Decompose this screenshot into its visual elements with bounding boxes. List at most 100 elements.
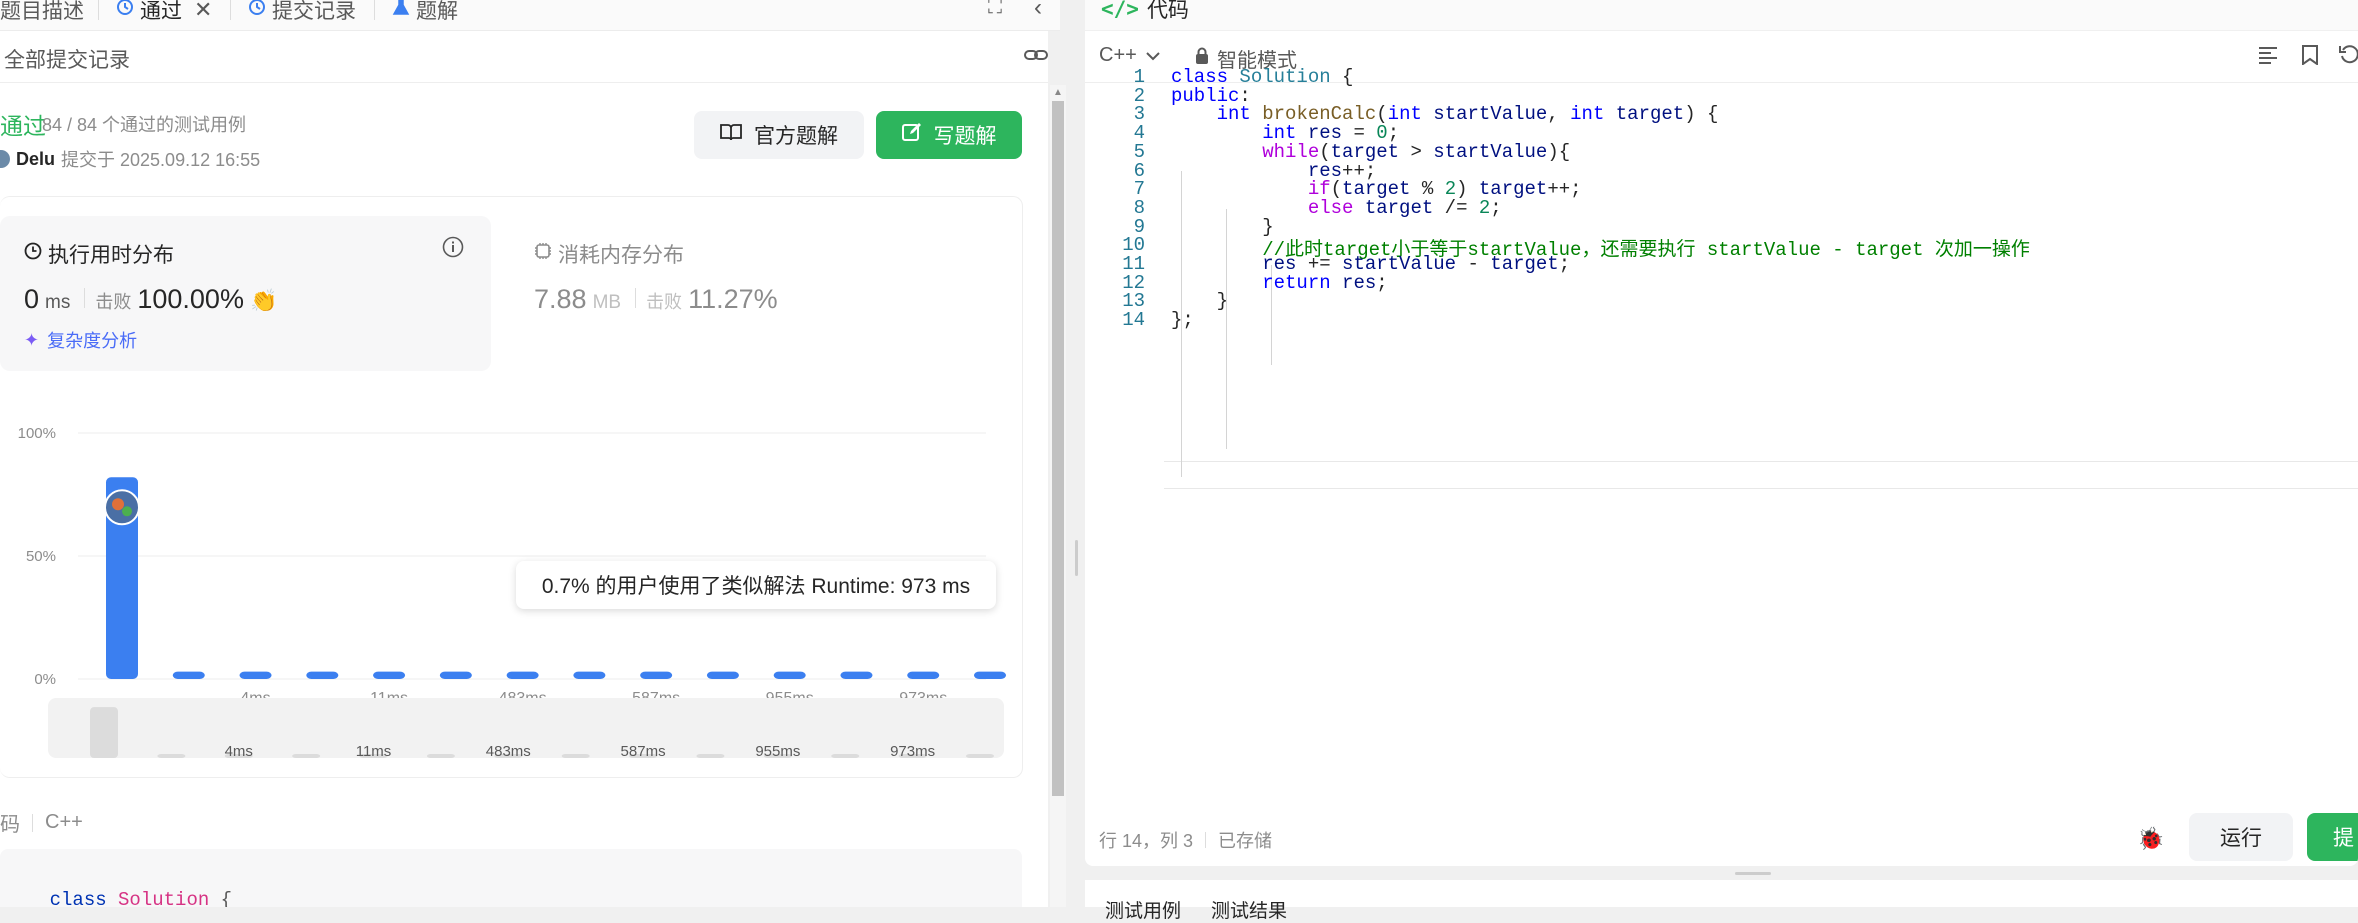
y-tick-label: 0% xyxy=(34,671,56,688)
format-code-icon[interactable] xyxy=(2258,46,2278,69)
submit-button-label: 提 xyxy=(2333,827,2354,850)
tab-accepted-label: 通过 xyxy=(140,0,182,23)
flask-icon xyxy=(392,0,410,22)
language-select[interactable]: C++ xyxy=(1099,44,1161,67)
cursor-position: 行 14，列 3 xyxy=(1099,831,1194,851)
tab-accepted[interactable]: 通过 ✕ xyxy=(116,0,212,25)
testcase-summary: 84 / 84 个通过的测试用例 xyxy=(42,111,246,137)
chart-bar[interactable] xyxy=(773,671,806,679)
runtime-value-row: 0 ms 击败 100.00% 👏 xyxy=(24,284,277,315)
tab-submissions-label: 提交记录 xyxy=(272,0,356,23)
tab-test-results[interactable]: 测试结果 xyxy=(1211,896,1287,923)
tab-description-label: 题目描述 xyxy=(0,0,84,23)
scroll-up-icon[interactable]: ▲ xyxy=(1053,87,1063,98)
minimap-bar xyxy=(966,754,994,758)
chart-bar[interactable] xyxy=(373,671,406,679)
splitter-handle[interactable] xyxy=(1735,872,1771,875)
chart-bar[interactable] xyxy=(172,671,205,679)
chart-bar[interactable] xyxy=(506,671,539,679)
chart-bar[interactable] xyxy=(974,671,1006,679)
chart-bar[interactable] xyxy=(573,671,606,679)
minimap-tick-label: 955ms xyxy=(755,743,800,758)
runtime-beats-label: 击败 xyxy=(95,292,132,312)
splitter-handle[interactable] xyxy=(1075,540,1078,576)
official-solution-label: 官方题解 xyxy=(754,125,838,148)
chart-bar[interactable] xyxy=(439,671,472,679)
save-status: 已存储 xyxy=(1218,831,1273,851)
share-link-icon[interactable] xyxy=(1024,45,1048,70)
minimap-tick-label: 587ms xyxy=(621,743,666,758)
chart-minimap[interactable]: 4ms 11ms 483ms 587ms 955ms 973ms xyxy=(48,698,1004,758)
chevron-down-icon xyxy=(1145,44,1161,67)
runtime-title-row: 执行用时分布 xyxy=(24,239,174,269)
collapse-left-icon[interactable]: ‹ xyxy=(1034,0,1042,22)
chart-bar[interactable] xyxy=(840,671,873,679)
minimap-bar xyxy=(561,754,590,758)
runtime-distribution-chart[interactable]: 100%50%0%4ms11ms483ms587ms955ms973ms xyxy=(0,385,1022,715)
panel-splitter[interactable] xyxy=(1068,0,1085,907)
test-panel-tabs: 测试用例 测试结果 xyxy=(1105,896,1287,923)
chart-bar[interactable] xyxy=(239,671,272,679)
tab-description[interactable]: 题目描述 xyxy=(0,0,84,25)
username[interactable]: Delu xyxy=(16,149,55,170)
minimap-bar xyxy=(292,754,321,758)
memory-title: 消耗内存分布 xyxy=(558,244,684,267)
memory-beats-label: 击败 xyxy=(646,292,683,312)
chart-tooltip: 0.7% 的用户使用了类似解法 Runtime: 973 ms xyxy=(516,561,996,609)
minimap-tick-label: 973ms xyxy=(890,743,935,758)
tab-code-label: 代码 xyxy=(1146,0,1189,22)
official-solution-button[interactable]: 官方题解 xyxy=(694,111,864,159)
back-to-submissions-link[interactable]: 全部提交记录 xyxy=(4,44,130,74)
tab-testcases[interactable]: 测试用例 xyxy=(1105,896,1181,923)
memory-title-row[interactable]: 消耗内存分布 xyxy=(534,239,684,269)
run-button[interactable]: 运行 xyxy=(2189,813,2293,861)
tab-code[interactable]: </> 代码 xyxy=(1101,0,1189,24)
value-divider xyxy=(84,288,86,308)
info-icon[interactable] xyxy=(442,236,464,263)
avatar[interactable] xyxy=(0,150,10,168)
clock-icon xyxy=(24,242,42,266)
memory-value-row: 7.88 MB 击败 11.27% xyxy=(534,284,778,315)
complexity-analysis-link[interactable]: ✦ 复杂度分析 xyxy=(24,327,137,353)
fullscreen-icon[interactable]: ⛶ xyxy=(988,0,1002,19)
editor-status-bar: 行 14，列 3 已存储 xyxy=(1099,827,1272,853)
value-divider xyxy=(32,813,33,832)
sparkle-icon: ✦ xyxy=(24,329,40,350)
user-marker-detail xyxy=(122,506,132,517)
status-accepted: 通过 xyxy=(0,113,46,139)
horizontal-splitter[interactable] xyxy=(1085,866,2358,880)
minimap-tick-label: 11ms xyxy=(356,743,392,758)
reset-icon[interactable] xyxy=(2339,44,2358,69)
write-solution-button[interactable]: 写题解 xyxy=(876,111,1022,159)
bookmark-icon[interactable] xyxy=(2301,45,2319,70)
runtime-unit: ms xyxy=(45,292,71,313)
scrollbar-thumb[interactable] xyxy=(1052,101,1064,796)
write-solution-label: 写题解 xyxy=(933,125,997,148)
history-icon xyxy=(248,0,266,22)
left-scrollbar[interactable]: ▲ xyxy=(1050,85,1066,907)
edit-icon xyxy=(901,122,922,148)
debug-icon[interactable]: 🐞 xyxy=(2137,826,2164,852)
runtime-value: 0 xyxy=(24,284,40,314)
chip-icon xyxy=(534,242,552,266)
tab-solutions[interactable]: 题解 xyxy=(392,0,458,25)
y-tick-label: 50% xyxy=(26,548,56,565)
chart-bar[interactable] xyxy=(907,671,940,679)
minimap-bar xyxy=(157,754,186,758)
chart-bar[interactable] xyxy=(706,671,739,679)
line-number: 14 xyxy=(1122,309,1145,331)
tab-submissions[interactable]: 提交记录 xyxy=(248,0,356,25)
close-tab-icon[interactable]: ✕ xyxy=(194,0,212,23)
memory-value: 7.88 xyxy=(534,284,587,314)
minimap-tick-label: 4ms xyxy=(225,743,253,758)
code-line[interactable]: }; xyxy=(1171,309,1194,331)
chart-bar[interactable] xyxy=(306,671,339,679)
chart-bar[interactable] xyxy=(640,671,673,679)
submit-button[interactable]: 提 xyxy=(2307,813,2358,861)
value-divider xyxy=(635,288,637,308)
tab-solutions-label: 题解 xyxy=(416,0,458,23)
language-value: C++ xyxy=(1099,44,1137,66)
minimap-bar xyxy=(90,707,118,758)
code-preview-line: class Solution { xyxy=(49,889,233,907)
memory-beats-value: 11.27% xyxy=(688,284,778,314)
